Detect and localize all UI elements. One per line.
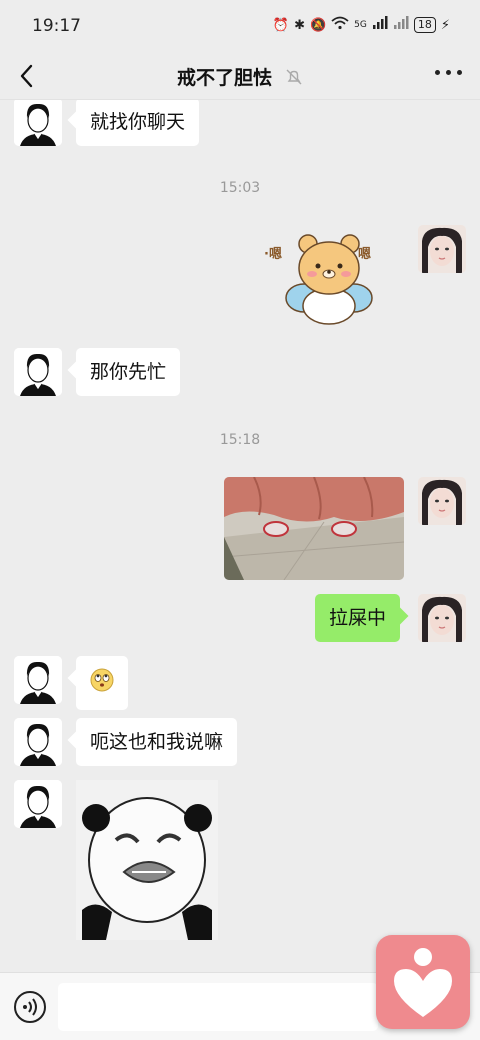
contact-avatar[interactable] — [14, 100, 62, 146]
boy-avatar-icon — [14, 656, 62, 704]
boy-avatar-icon — [14, 718, 62, 766]
contact-avatar[interactable] — [14, 348, 62, 396]
status-icons: ⏰ ✱ 🔕 5G 18 ⚡ — [273, 16, 450, 34]
bear-sticker-icon: ·嗯 嗯 — [264, 234, 373, 325]
voice-icon — [23, 998, 37, 1016]
voice-button[interactable] — [14, 991, 46, 1023]
message-time: 15:18 — [219, 432, 261, 448]
photo-message[interactable] — [224, 477, 404, 580]
message-time: 15:03 — [219, 180, 261, 196]
heart-person-icon — [394, 948, 452, 1017]
eye-roll-emoji-icon — [90, 668, 114, 692]
chat-title: 戒不了胆怯 — [176, 67, 272, 89]
my-avatar[interactable] — [418, 225, 466, 273]
boy-avatar-icon — [14, 780, 62, 828]
bear-sticker[interactable]: ·嗯 嗯 — [262, 228, 380, 328]
chat-header: 戒不了胆怯 — [0, 52, 480, 100]
contact-avatar[interactable] — [14, 780, 62, 828]
emoji-bubble[interactable] — [76, 656, 128, 710]
status-time: 19:17 — [32, 16, 81, 36]
more-button[interactable] — [435, 70, 462, 75]
boy-avatar-icon — [14, 100, 62, 146]
title-wrap: 戒不了胆怯 — [0, 63, 480, 90]
signal2-icon — [393, 16, 409, 34]
panda-meme-sticker[interactable] — [76, 780, 218, 940]
my-avatar[interactable] — [418, 477, 466, 525]
svg-text:·嗯: ·嗯 — [264, 247, 282, 262]
girl-avatar-icon — [418, 594, 466, 642]
message-bubble[interactable]: 拉屎中 — [315, 594, 401, 642]
bluetooth-icon: ✱ — [294, 17, 305, 33]
message-bubble[interactable]: 呃这也和我说嘛 — [76, 718, 238, 766]
status-bar: 19:17 ⏰ ✱ 🔕 5G 18 ⚡ — [0, 0, 480, 52]
bell-off-status-icon: 🔕 — [309, 17, 327, 33]
contact-avatar[interactable] — [14, 718, 62, 766]
charging-icon: ⚡ — [440, 17, 450, 33]
more-dot — [446, 70, 451, 75]
alarm-icon: ⏰ — [272, 17, 290, 33]
svg-text:嗯: 嗯 — [358, 247, 371, 262]
floating-app-button[interactable] — [376, 935, 470, 1029]
boy-avatar-icon — [14, 348, 62, 396]
panda-meme-icon — [76, 780, 218, 940]
message-input[interactable] — [58, 983, 378, 1031]
bell-off-icon — [286, 69, 302, 85]
chat-area[interactable]: 就找你聊天 15:03 ·嗯 嗯 那你先忙 15:18 拉屎中 呃这也和我说嘛 — [0, 100, 480, 972]
signal-icon — [372, 16, 388, 34]
network-label: 5G — [354, 20, 367, 30]
message-bubble[interactable]: 就找你聊天 — [76, 100, 200, 146]
girl-avatar-icon — [418, 477, 466, 525]
more-dot — [457, 70, 462, 75]
message-bubble[interactable]: 那你先忙 — [76, 348, 181, 396]
wifi-icon — [331, 16, 349, 34]
my-avatar[interactable] — [418, 594, 466, 642]
contact-avatar[interactable] — [14, 656, 62, 704]
battery-level: 18 — [413, 17, 436, 33]
girl-avatar-icon — [418, 225, 466, 273]
more-dot — [435, 70, 440, 75]
photo-feet-icon — [224, 477, 404, 580]
